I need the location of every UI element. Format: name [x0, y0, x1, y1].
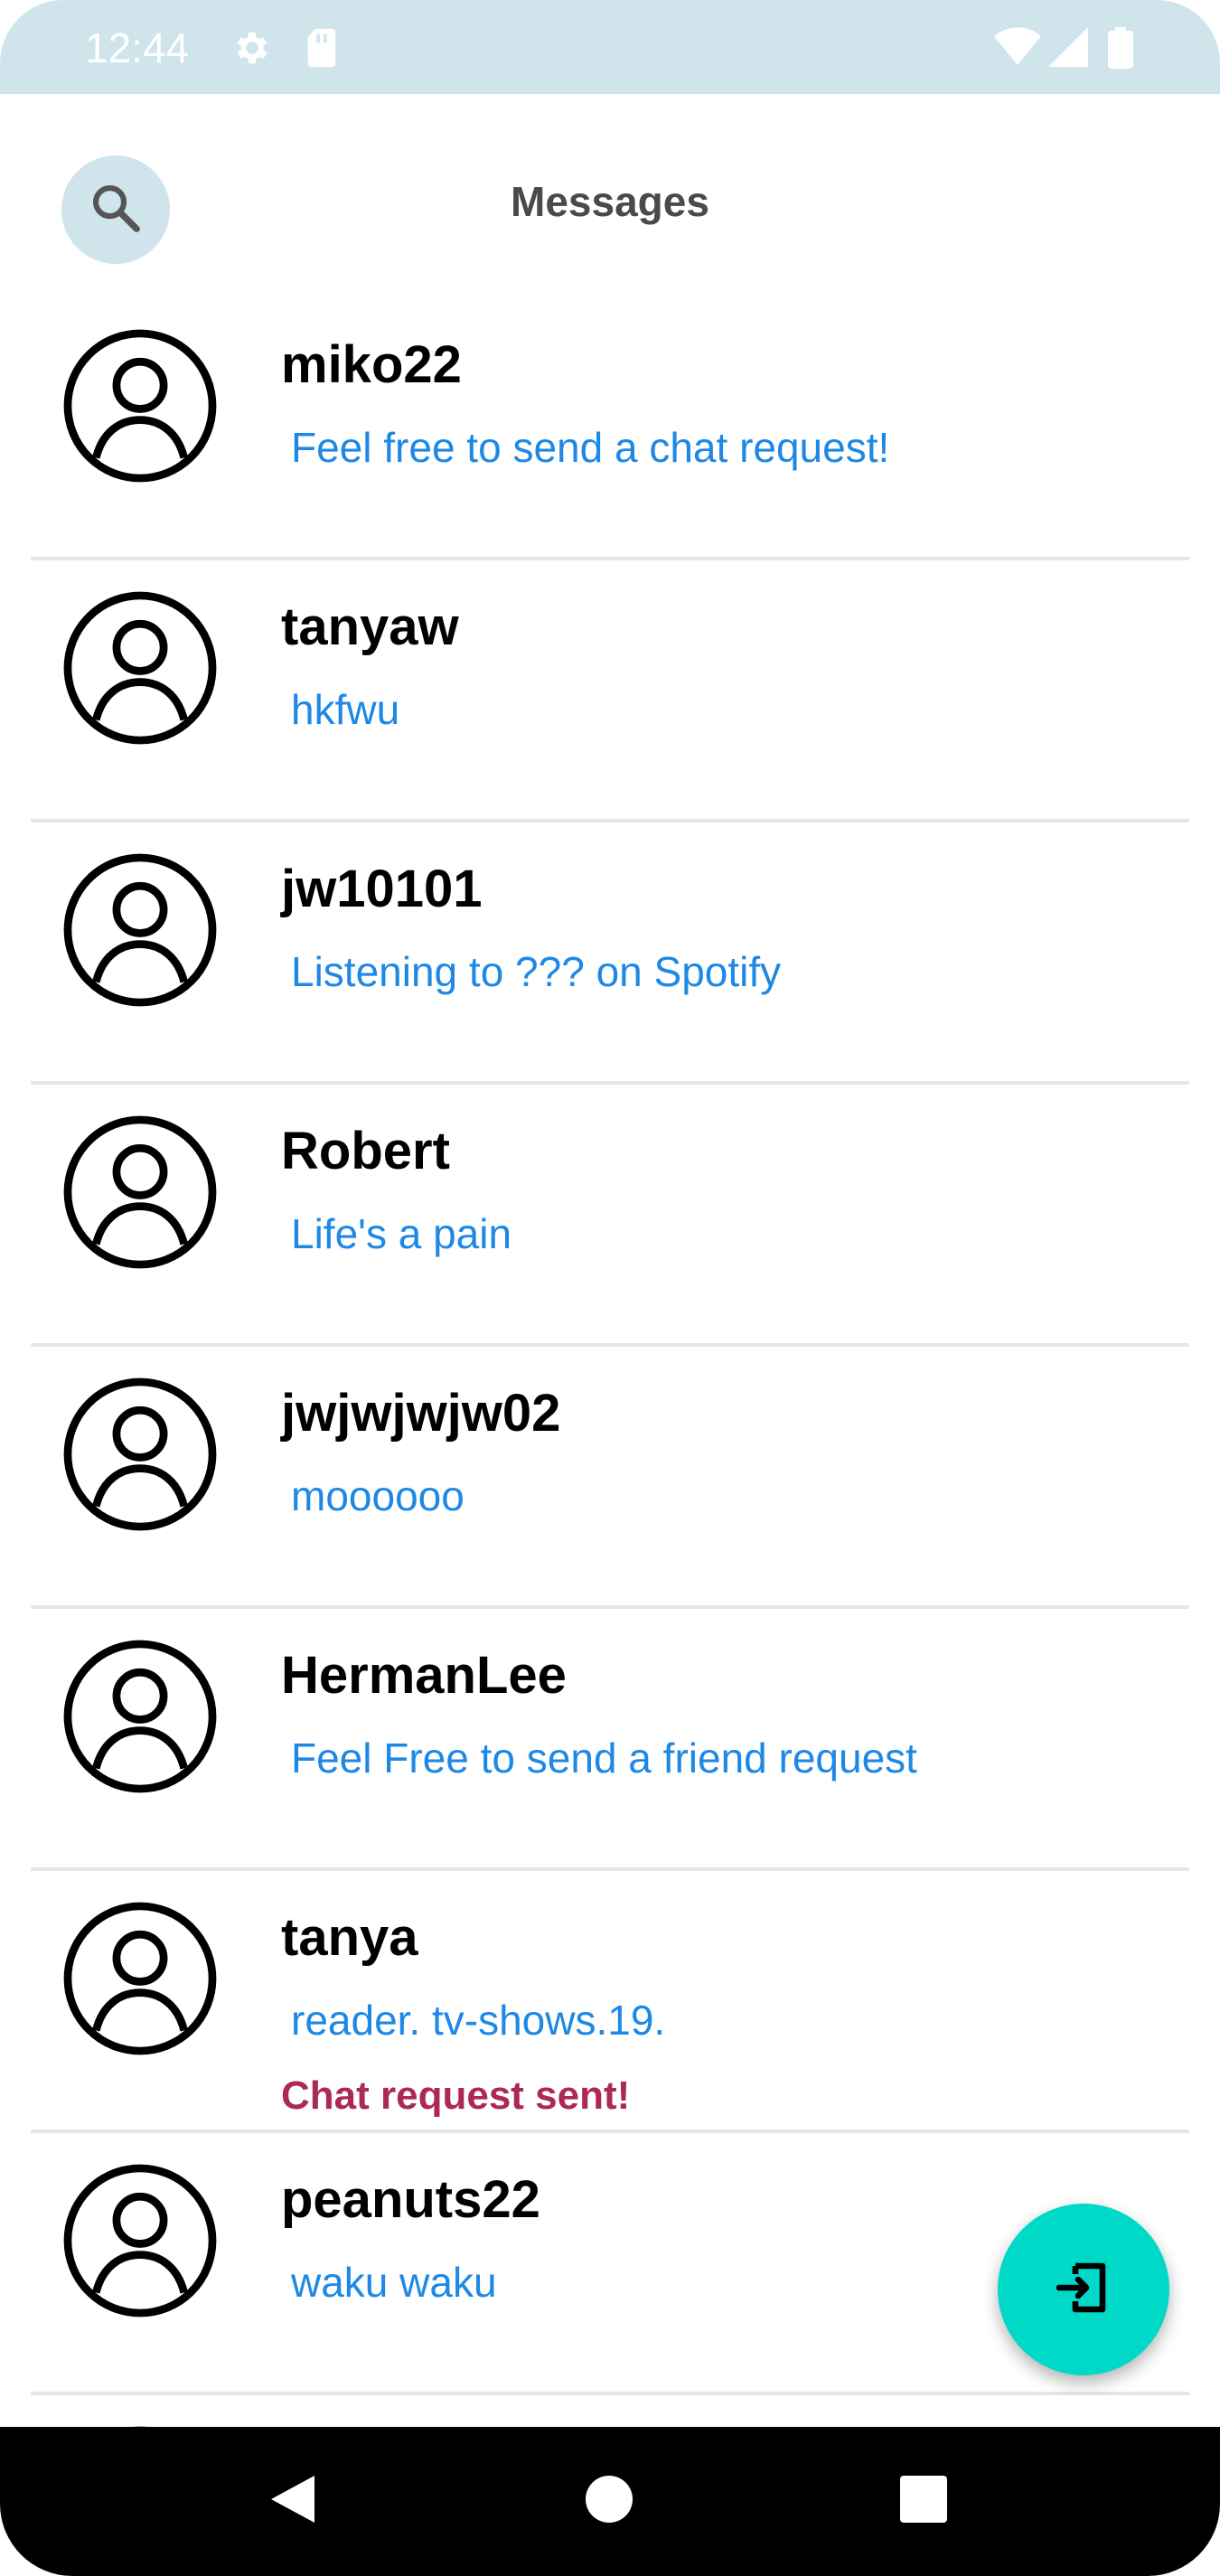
user-name: jw10101 — [281, 860, 483, 918]
signal-icon — [1048, 27, 1088, 71]
back-button[interactable] — [239, 2427, 347, 2576]
avatar-icon — [61, 851, 219, 1009]
exit-to-app-icon — [1051, 2255, 1116, 2325]
list-item[interactable] — [0, 2395, 1220, 2427]
sd-card-icon — [304, 27, 340, 73]
list-item[interactable]: jw10101 Listening to ??? on Spotify — [0, 823, 1220, 1085]
user-name: peanuts22 — [281, 2170, 540, 2229]
avatar-icon — [61, 2162, 219, 2319]
avatar-icon — [61, 1900, 219, 2057]
recents-button[interactable] — [869, 2427, 978, 2576]
user-name: tanyaw — [281, 597, 459, 656]
user-status: Life's a pain — [291, 1210, 512, 1257]
list-item[interactable]: tanyaw hkfwu — [0, 560, 1220, 823]
avatar-icon — [61, 1638, 219, 1795]
status-time: 12:44 — [85, 24, 190, 71]
page-title: Messages — [511, 178, 709, 225]
home-button[interactable] — [555, 2427, 663, 2576]
exit-fab-button[interactable] — [998, 2204, 1169, 2375]
user-status: moooooo — [291, 1472, 465, 1519]
user-list[interactable]: miko22 Feel free to send a chat request!… — [0, 298, 1220, 2427]
battery-icon — [1108, 27, 1133, 73]
list-item[interactable]: miko22 Feel free to send a chat request! — [0, 298, 1220, 560]
user-name: HermanLee — [281, 1646, 567, 1705]
list-item[interactable]: jwjwjwjw02 moooooo — [0, 1347, 1220, 1609]
wifi-icon — [994, 27, 1041, 71]
user-status: Listening to ??? on Spotify — [291, 948, 782, 995]
recents-icon — [900, 2476, 947, 2527]
list-item[interactable]: tanya reader. tv-shows.19. Chat request … — [0, 1871, 1220, 2133]
avatar-icon — [61, 589, 219, 747]
avatar-icon — [61, 1376, 219, 1533]
user-status: hkfwu — [291, 686, 400, 733]
avatar-icon — [61, 327, 219, 484]
back-icon — [267, 2472, 318, 2531]
user-status: reader. tv-shows.19. — [291, 1997, 666, 2044]
user-name: Robert — [281, 1122, 450, 1180]
home-icon — [585, 2475, 633, 2528]
navigation-bar — [0, 2427, 1220, 2576]
list-item[interactable]: HermanLee Feel Free to send a friend req… — [0, 1609, 1220, 1871]
user-status: Feel free to send a chat request! — [291, 424, 890, 471]
chat-request-sent-label: Chat request sent! — [281, 2073, 631, 2118]
user-name: miko22 — [281, 335, 462, 394]
user-status: waku waku — [291, 2259, 497, 2306]
user-name: jwjwjwjw02 — [281, 1384, 561, 1443]
gear-icon — [231, 27, 273, 73]
avatar-icon — [61, 1114, 219, 1271]
user-status: Feel Free to send a friend request — [291, 1735, 917, 1782]
status-bar: 12:44 — [0, 0, 1220, 94]
user-name: tanya — [281, 1908, 418, 1967]
list-item[interactable]: Robert Life's a pain — [0, 1085, 1220, 1347]
